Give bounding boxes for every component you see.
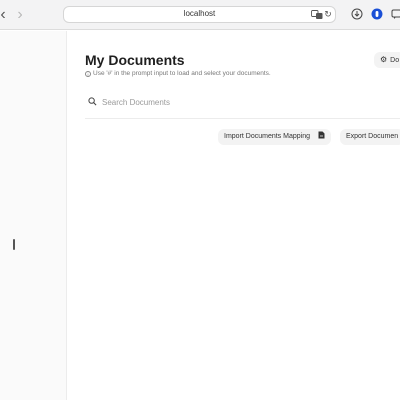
translate-icon[interactable] <box>311 10 323 20</box>
download-icon[interactable] <box>351 8 363 20</box>
address-text: localhost <box>183 9 216 18</box>
export-documents-mapping-button[interactable]: Export Documen <box>340 129 400 145</box>
browser-toolbar: ‹ › localhost ↻ <box>0 0 400 30</box>
sidebar-resize-handle[interactable] <box>13 239 15 250</box>
hint-text: Use '#' in the prompt input to load and … <box>93 70 271 77</box>
forward-button[interactable]: › <box>13 7 27 23</box>
info-icon: i <box>85 71 91 77</box>
back-button[interactable]: ‹ <box>0 7 10 23</box>
reload-icon[interactable]: ↻ <box>323 9 333 20</box>
export-documents-mapping-label: Export Documen <box>346 133 399 140</box>
extension-icon[interactable] <box>391 8 400 20</box>
document-settings-label: Do <box>390 57 400 64</box>
import-documents-mapping-button[interactable]: Import Documents Mapping <box>218 129 331 145</box>
search-bar <box>85 92 400 114</box>
address-bar[interactable]: localhost ↻ <box>63 6 336 23</box>
sidebar <box>0 31 67 400</box>
gear-icon: ⚙ <box>380 55 388 64</box>
search-input[interactable] <box>102 95 392 110</box>
file-icon <box>318 131 325 139</box>
divider <box>85 118 400 119</box>
page-title: My Documents <box>85 52 185 68</box>
password-manager-icon[interactable] <box>371 8 383 20</box>
document-settings-button[interactable]: ⚙ Do <box>374 52 400 68</box>
documents-hint: i Use '#' in the prompt input to load and… <box>85 70 271 77</box>
import-documents-mapping-label: Import Documents Mapping <box>224 133 310 140</box>
search-icon <box>88 97 97 106</box>
